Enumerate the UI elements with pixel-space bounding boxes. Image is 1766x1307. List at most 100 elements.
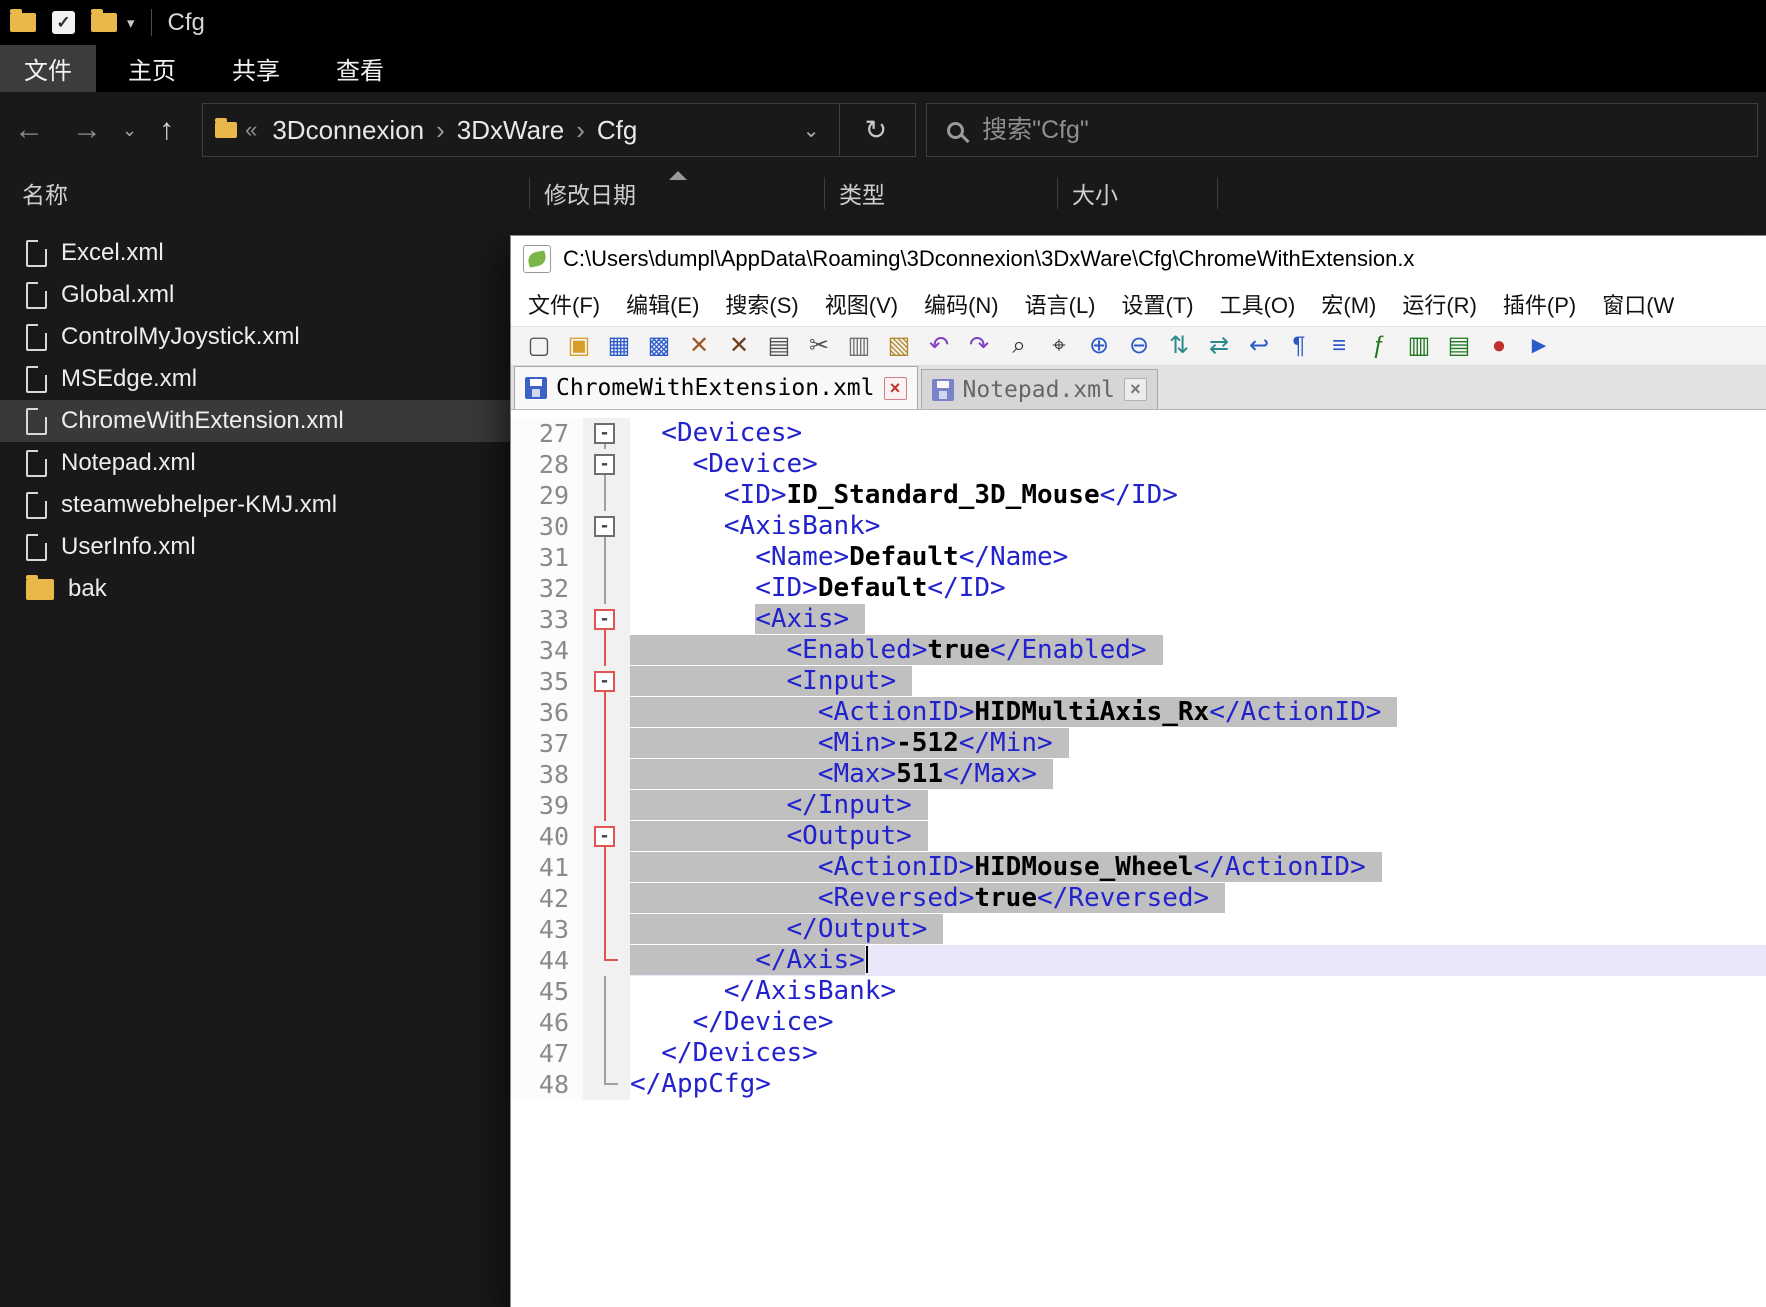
breadcrumb-item[interactable]: Cfg — [590, 115, 644, 146]
column-header[interactable]: 名称 — [0, 168, 530, 218]
menu-item-3[interactable]: 视图(V) — [812, 288, 911, 320]
find-icon[interactable]: ⌕ — [999, 328, 1039, 364]
tab-close-icon[interactable]: × — [884, 377, 907, 400]
menu-item-5[interactable]: 语言(L) — [1012, 288, 1109, 320]
code-text[interactable]: <Name>Default</Name> — [630, 542, 1766, 573]
fold-margin[interactable]: - — [583, 449, 630, 480]
close-all-icon[interactable]: ✕ — [719, 328, 759, 364]
quick-access-folder-icon[interactable] — [10, 13, 36, 32]
ribbon-tab-1[interactable]: 主页 — [104, 45, 200, 92]
menu-item-0[interactable]: 文件(F) — [515, 288, 613, 320]
menu-item-6[interactable]: 设置(T) — [1109, 288, 1207, 320]
sync-horizontal-icon[interactable]: ⇄ — [1199, 328, 1239, 364]
word-wrap-icon[interactable]: ↩ — [1239, 328, 1279, 364]
up-button[interactable]: ↑ — [143, 115, 190, 145]
code-text[interactable]: <ActionID>HIDMultiAxis_Rx</ActionID> — [630, 697, 1766, 728]
menu-item-11[interactable]: 窗口(W — [1589, 288, 1687, 320]
search-input[interactable] — [980, 115, 1737, 146]
fold-margin[interactable]: - — [583, 666, 630, 697]
save-icon[interactable]: ▦ — [599, 328, 639, 364]
menu-item-8[interactable]: 宏(M) — [1308, 288, 1389, 320]
menu-item-2[interactable]: 搜索(S) — [712, 288, 811, 320]
code-text[interactable]: <AxisBank> — [630, 511, 1766, 542]
fold-toggle-icon[interactable]: - — [594, 671, 615, 692]
menu-item-4[interactable]: 编码(N) — [911, 288, 1012, 320]
quick-access-dropdown-icon[interactable] — [127, 14, 135, 32]
history-dropdown-icon[interactable]: ⌄ — [116, 121, 143, 139]
code-text[interactable]: </Input> — [630, 790, 1766, 821]
ribbon-tab-0[interactable]: 文件 — [0, 45, 96, 92]
code-text[interactable]: <Output> — [630, 821, 1766, 852]
code-text[interactable]: </AxisBank> — [630, 976, 1766, 1007]
zoom-in-icon[interactable]: ⊕ — [1079, 328, 1119, 364]
breadcrumb-overflow-icon[interactable]: « — [245, 117, 257, 143]
code-text[interactable]: </AppCfg> — [630, 1069, 1766, 1100]
show-symbols-icon[interactable]: ¶ — [1279, 328, 1319, 364]
open-file-icon[interactable]: ▣ — [559, 328, 599, 364]
quick-access-toolbar-folder-icon[interactable] — [91, 13, 117, 32]
address-dropdown-icon[interactable]: ⌄ — [791, 118, 832, 143]
code-text[interactable]: </Output> — [630, 914, 1766, 945]
tab-close-icon[interactable]: × — [1124, 378, 1147, 401]
menu-item-7[interactable]: 工具(O) — [1207, 288, 1309, 320]
function-list-icon[interactable]: ƒ — [1359, 328, 1399, 364]
code-text[interactable]: <Enabled>true</Enabled> — [630, 635, 1766, 666]
editor-tab[interactable]: ChromeWithExtension.xml× — [514, 366, 918, 409]
zoom-out-icon[interactable]: ⊖ — [1119, 328, 1159, 364]
document-map-icon[interactable]: ▥ — [1399, 328, 1439, 364]
code-text[interactable]: <Devices> — [630, 418, 1766, 449]
code-text[interactable]: <Max>511</Max> — [630, 759, 1766, 790]
code-text[interactable]: <ID>Default</ID> — [630, 573, 1766, 604]
cut-icon[interactable]: ✂ — [799, 328, 839, 364]
paste-icon[interactable]: ▧ — [879, 328, 919, 364]
macro-record-icon[interactable]: ● — [1479, 328, 1519, 364]
code-text[interactable]: </Devices> — [630, 1038, 1766, 1069]
column-header[interactable]: 类型 — [825, 168, 1058, 218]
column-header[interactable]: 修改日期 — [530, 168, 825, 218]
npp-titlebar[interactable]: C:\Users\dumpl\AppData\Roaming\3Dconnexi… — [511, 236, 1766, 282]
code-text[interactable]: <Reversed>true</Reversed> — [630, 883, 1766, 914]
refresh-button[interactable]: ↻ — [848, 115, 903, 146]
save-all-icon[interactable]: ▩ — [639, 328, 679, 364]
menu-item-9[interactable]: 运行(R) — [1389, 288, 1490, 320]
editor-tab[interactable]: Notepad.xml× — [921, 369, 1158, 409]
sync-vertical-icon[interactable]: ⇅ — [1159, 328, 1199, 364]
code-text[interactable]: <Min>-512</Min> — [630, 728, 1766, 759]
fold-margin[interactable]: - — [583, 821, 630, 852]
ribbon-tab-2[interactable]: 共享 — [208, 45, 304, 92]
code-text[interactable]: <Axis> — [630, 604, 1766, 635]
code-text[interactable]: <Input> — [630, 666, 1766, 697]
fold-toggle-icon[interactable]: - — [594, 609, 615, 630]
search-box[interactable] — [926, 103, 1758, 157]
code-text[interactable]: </Axis> — [630, 945, 1766, 976]
menu-item-10[interactable]: 插件(P) — [1490, 288, 1589, 320]
back-button[interactable]: ← — [0, 115, 58, 145]
code-text[interactable]: <ActionID>HIDMouse_Wheel</ActionID> — [630, 852, 1766, 883]
new-file-icon[interactable]: ▢ — [519, 328, 559, 364]
print-icon[interactable]: ▤ — [759, 328, 799, 364]
breadcrumb-item[interactable]: 3DxWare — [450, 115, 571, 146]
redo-icon[interactable]: ↷ — [959, 328, 999, 364]
explorer-titlebar[interactable]: Cfg — [0, 0, 1766, 45]
fold-margin[interactable]: - — [583, 604, 630, 635]
close-file-icon[interactable]: ✕ — [679, 328, 719, 364]
indent-guide-icon[interactable]: ≡ — [1319, 328, 1359, 364]
copy-icon[interactable]: ▥ — [839, 328, 879, 364]
fold-margin[interactable]: - — [583, 511, 630, 542]
replace-icon[interactable]: ⌖ — [1039, 328, 1079, 364]
fold-toggle-icon[interactable]: - — [594, 516, 615, 537]
address-bar[interactable]: « 3Dconnexion›3DxWare›Cfg ⌄ ↻ — [202, 103, 916, 157]
fold-toggle-icon[interactable]: - — [594, 826, 615, 847]
quick-access-check-icon[interactable] — [52, 11, 75, 34]
column-header[interactable]: 大小 — [1058, 168, 1218, 218]
menu-item-1[interactable]: 编辑(E) — [613, 288, 712, 320]
macro-play-icon[interactable]: ► — [1519, 328, 1559, 364]
breadcrumb-item[interactable]: 3Dconnexion — [265, 115, 431, 146]
fold-margin[interactable]: - — [583, 418, 630, 449]
npp-editor[interactable]: 27-<Devices>28-<Device>29<ID>ID_Standard… — [511, 414, 1766, 1307]
forward-button[interactable]: → — [58, 115, 116, 145]
code-text[interactable]: </Device> — [630, 1007, 1766, 1038]
code-text[interactable]: <Device> — [630, 449, 1766, 480]
undo-icon[interactable]: ↶ — [919, 328, 959, 364]
ribbon-tab-3[interactable]: 查看 — [312, 45, 408, 92]
